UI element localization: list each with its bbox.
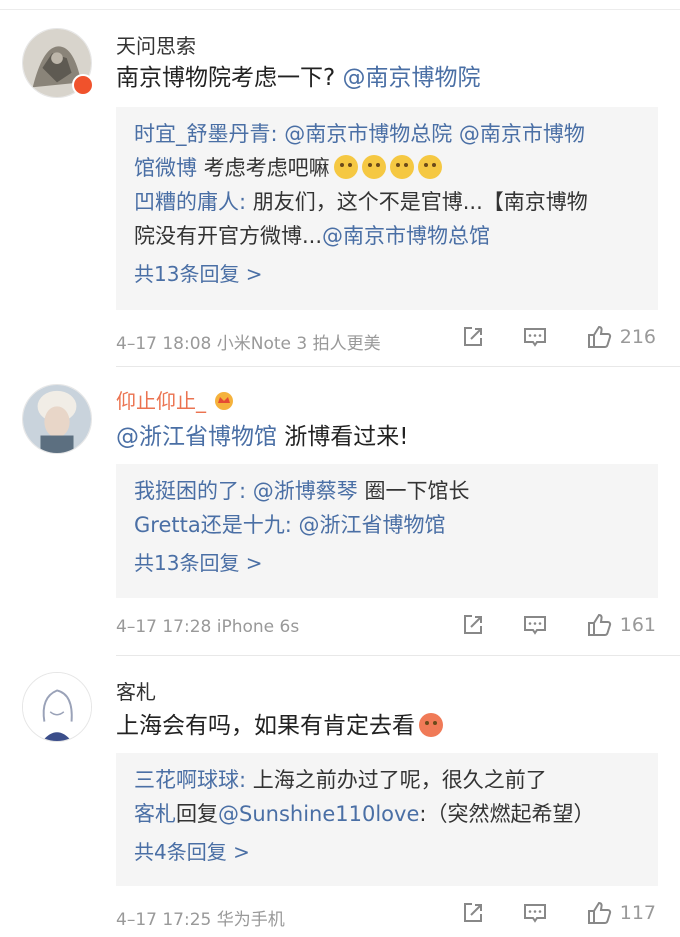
reply-item-continued[interactable]: 院没有开官方微博...@南京市博物总馆 (134, 219, 640, 253)
mention-link: @浙博蔡琴 (246, 479, 358, 503)
reply-username: 三花啊球球: (134, 768, 247, 792)
reply-username: 凹糟的庸人: (134, 190, 247, 214)
like-button[interactable]: 161 (586, 612, 656, 638)
comment-text: 南京博物院考虑一下? @南京博物院 (116, 65, 481, 91)
thumbs-up-icon (587, 613, 611, 636)
comment-actions: 117 (460, 900, 656, 926)
top-divider (0, 0, 680, 10)
comment-button[interactable] (522, 612, 548, 638)
reply-username: 时宜_舒墨丹青: (134, 122, 278, 146)
comment-actions: 161 (460, 612, 656, 638)
mention-link: @Sunshine110love (218, 802, 420, 826)
mention-link[interactable]: @南京博物院 (343, 65, 481, 91)
reply-username: 我挺困的了: (134, 479, 247, 503)
more-replies-link[interactable]: 共13条回复 > (134, 546, 640, 580)
comment-meta: 4–17 18:08 小米Note 3 拍人更美 (116, 334, 381, 354)
share-button[interactable] (460, 900, 486, 926)
like-button[interactable]: 117 (586, 900, 656, 926)
comment-button[interactable] (522, 324, 548, 350)
like-button[interactable]: 216 (586, 324, 656, 350)
reply-item[interactable]: 客札回复@Sunshine110love:（突然燃起希望） (134, 797, 640, 831)
mention-link: @南京市博物总院 @南京市博物 (277, 122, 585, 146)
comment-username[interactable]: 客札 (116, 676, 156, 705)
comment-icon (523, 616, 546, 635)
mention-link: @浙江省博物馆 (291, 513, 446, 537)
reply-item[interactable]: 我挺困的了: @浙博蔡琴 圈一下馆长 (134, 474, 640, 508)
flower-emoji-icon (419, 713, 443, 737)
reply-item[interactable]: 凹糟的庸人: 朋友们，这个不是官博...【南京博物 (134, 185, 640, 219)
mention-link[interactable]: @浙江省博物馆 (116, 424, 277, 450)
reply-item-continued[interactable]: 馆微博 考虑考虑吧嘛 (134, 151, 640, 185)
comment-text: @浙江省博物馆 浙博看过来! (116, 424, 409, 450)
mention-link: 馆微博 (134, 156, 197, 180)
thumbs-up-icon (587, 325, 611, 348)
verified-badge-icon (72, 74, 94, 96)
reply-box: 三花啊球球: 上海之前办过了呢，很久之前了 客札回复@Sunshine110lo… (116, 753, 658, 886)
mention-link: @南京市博物总馆 (322, 224, 491, 248)
reply-username: Gretta还是十九: (134, 513, 292, 537)
comment-username[interactable]: 仰止仰止_ (116, 385, 236, 414)
comment-actions: 216 (460, 324, 656, 350)
like-count: 117 (619, 902, 656, 924)
reply-username: 客札 (134, 802, 176, 826)
reply-item[interactable]: Gretta还是十九: @浙江省博物馆 (134, 508, 640, 542)
comment-meta: 4–17 17:28 iPhone 6s (116, 617, 300, 637)
emoji-icon (417, 155, 442, 179)
comment-icon (523, 904, 546, 923)
more-replies-link[interactable]: 共13条回复 > (134, 257, 640, 291)
avatar[interactable] (22, 672, 92, 742)
comment-button[interactable] (522, 900, 548, 926)
comment-icon (523, 328, 546, 347)
comment-meta: 4–17 17:25 华为手机 (116, 910, 285, 930)
reply-item[interactable]: 三花啊球球: 上海之前办过了呢，很久之前了 (134, 763, 640, 797)
avatar[interactable] (22, 384, 92, 454)
reply-box: 我挺困的了: @浙博蔡琴 圈一下馆长 Gretta还是十九: @浙江省博物馆 共… (116, 464, 658, 598)
emoji-icon (333, 155, 358, 179)
comment-divider (116, 655, 680, 656)
thumbs-up-icon (587, 901, 611, 924)
vip-crown-icon (215, 392, 233, 410)
share-icon (463, 327, 482, 346)
comment-text: 上海会有吗，如果有肯定去看 (116, 711, 443, 741)
comment-username[interactable]: 天问思索 (116, 30, 196, 59)
share-button[interactable] (460, 324, 486, 350)
share-button[interactable] (460, 612, 486, 638)
emoji-icon (389, 155, 414, 179)
reply-box: 时宜_舒墨丹青: @南京市博物总院 @南京市博物 馆微博 考虑考虑吧嘛 凹糟的庸… (116, 107, 658, 310)
share-icon (463, 615, 482, 634)
more-replies-link[interactable]: 共4条回复 > (134, 835, 640, 869)
like-count: 216 (619, 326, 656, 348)
comment-divider (116, 366, 680, 367)
emoji-icon (361, 155, 386, 179)
like-count: 161 (619, 614, 656, 636)
share-icon (463, 903, 482, 922)
reply-item[interactable]: 时宜_舒墨丹青: @南京市博物总院 @南京市博物 (134, 117, 640, 151)
